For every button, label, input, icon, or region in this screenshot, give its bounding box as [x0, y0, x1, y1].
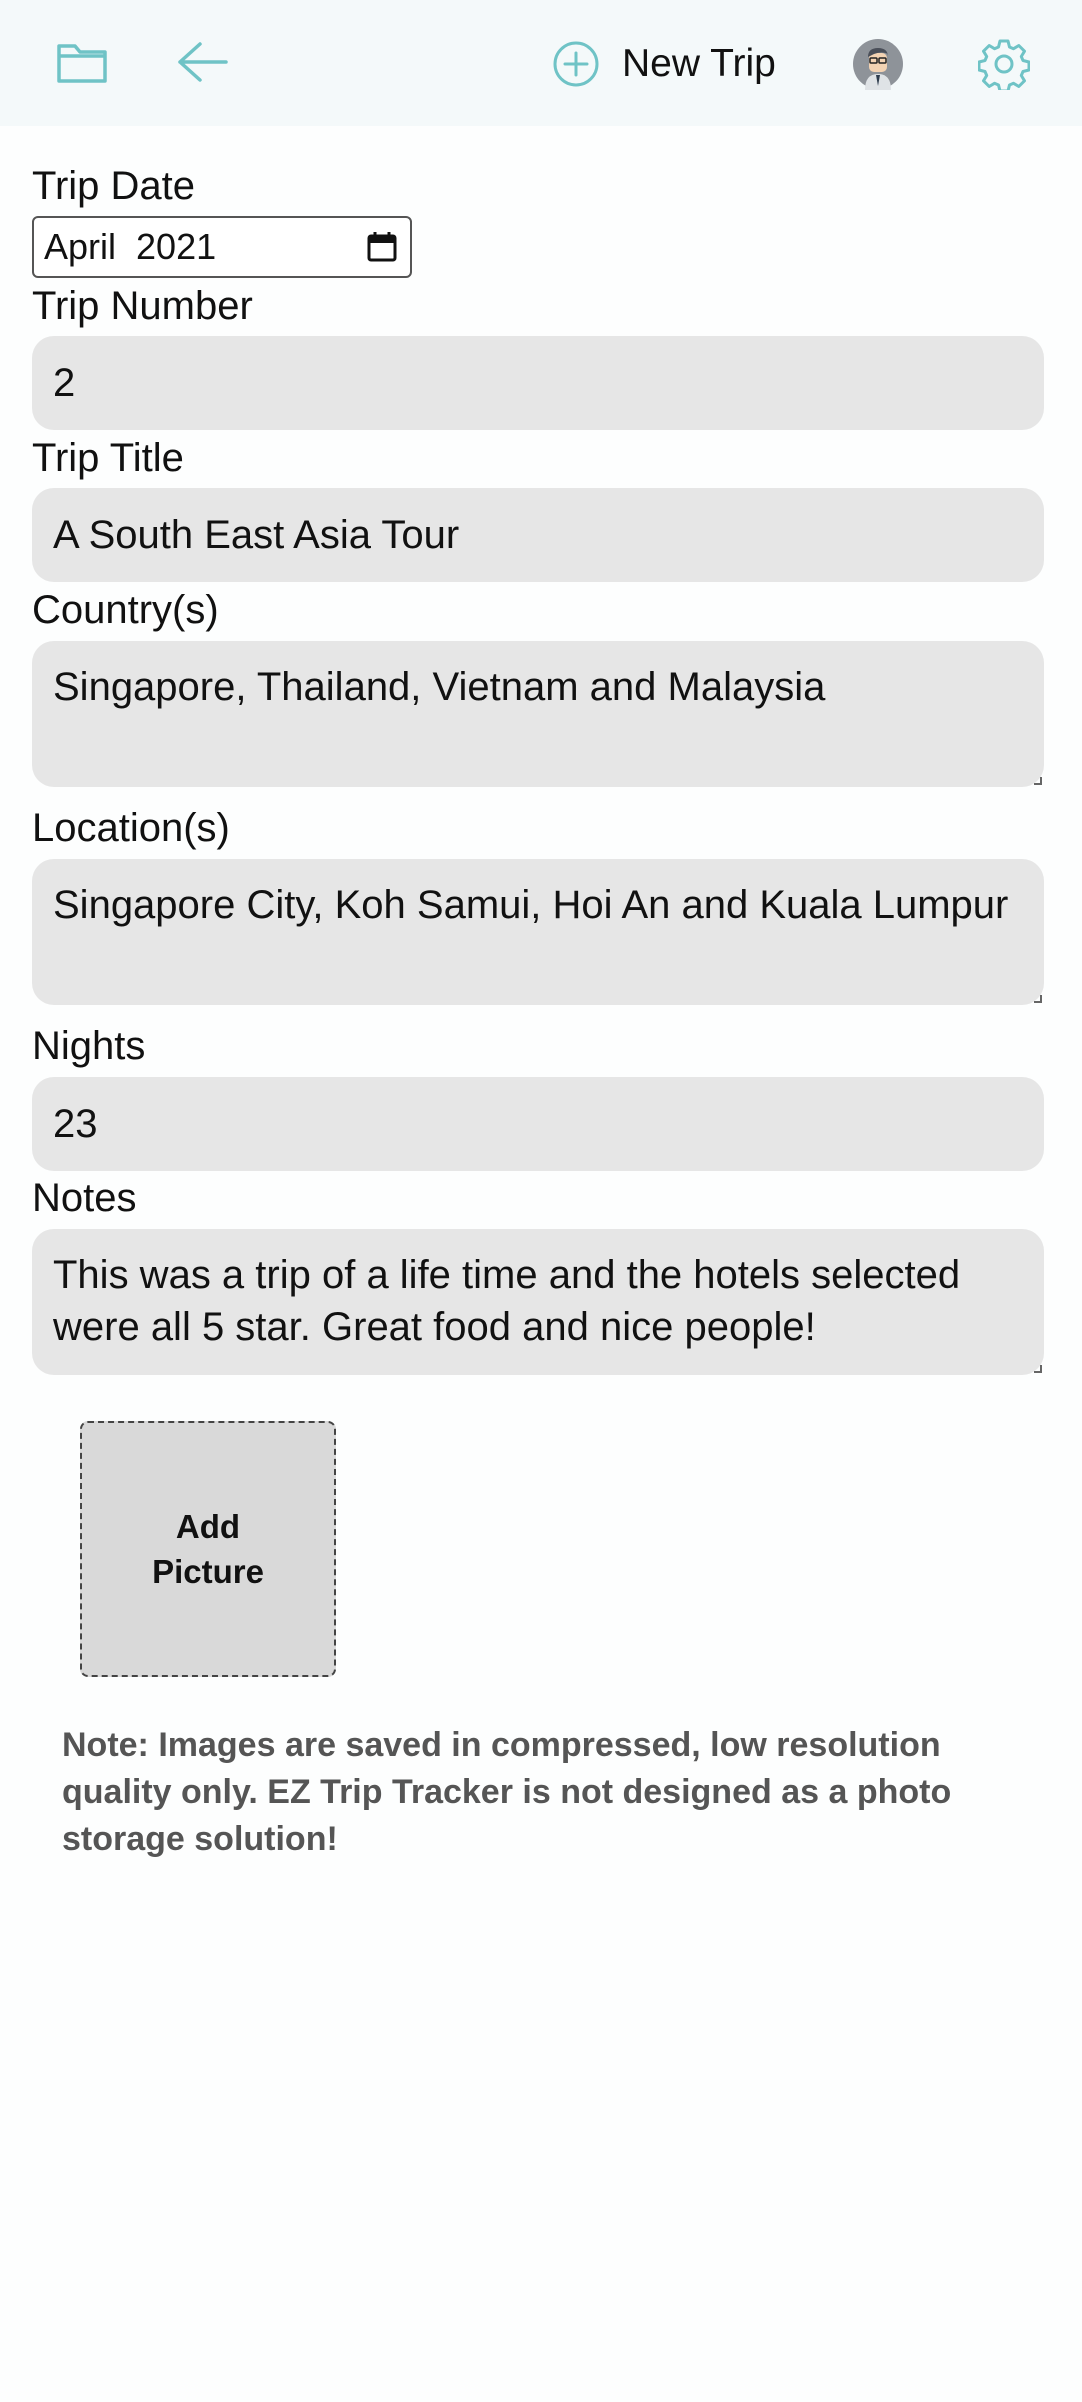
trip-number-label: Trip Number: [32, 284, 253, 328]
locations-value: Singapore City, Koh Samui, Hoi An and Ku…: [53, 883, 1009, 927]
countries-value: Singapore, Thailand, Vietnam and Malaysi…: [53, 665, 826, 709]
trip-title-field[interactable]: A South East Asia Tour: [32, 488, 1044, 582]
calendar-icon[interactable]: [364, 229, 400, 265]
locations-textarea[interactable]: Singapore City, Koh Samui, Hoi An and Ku…: [32, 859, 1044, 1005]
folder-icon[interactable]: [50, 30, 114, 94]
trip-date-label: Trip Date: [32, 164, 196, 208]
nights-value: 23: [53, 1101, 98, 1146]
notes-value: This was a trip of a life time and the h…: [53, 1253, 961, 1349]
add-picture-button[interactable]: Add Picture: [80, 1421, 336, 1677]
notes-textarea[interactable]: This was a trip of a life time and the h…: [32, 1229, 1044, 1375]
trip-date-input[interactable]: April 2021: [32, 216, 412, 278]
resize-handle[interactable]: [1034, 1365, 1042, 1373]
top-toolbar: New Trip: [0, 0, 1082, 126]
avatar-icon[interactable]: [852, 38, 904, 90]
resize-handle[interactable]: [1034, 995, 1042, 1003]
nights-label: Nights: [32, 1024, 146, 1068]
new-trip-label: New Trip: [622, 42, 776, 85]
gear-icon[interactable]: [972, 32, 1036, 96]
image-storage-note: Note: Images are saved in compressed, lo…: [62, 1726, 952, 1858]
plus-circle-icon: [553, 41, 599, 87]
countries-textarea[interactable]: Singapore, Thailand, Vietnam and Malaysi…: [32, 641, 1044, 787]
trip-title-label: Trip Title: [32, 436, 184, 480]
resize-handle[interactable]: [1034, 777, 1042, 785]
arrow-left-icon[interactable]: [170, 30, 234, 94]
nights-field[interactable]: 23: [32, 1077, 1044, 1171]
trip-number-field[interactable]: 2: [32, 336, 1044, 430]
locations-label: Location(s): [32, 806, 230, 850]
countries-label: Country(s): [32, 588, 219, 632]
add-picture-label: Add Picture: [152, 1508, 264, 1590]
notes-label: Notes: [32, 1176, 137, 1220]
trip-number-value: 2: [53, 360, 76, 405]
trip-date-value: April 2021: [44, 226, 217, 267]
trip-title-value: A South East Asia Tour: [53, 512, 460, 557]
new-trip-button[interactable]: New Trip: [552, 34, 776, 94]
